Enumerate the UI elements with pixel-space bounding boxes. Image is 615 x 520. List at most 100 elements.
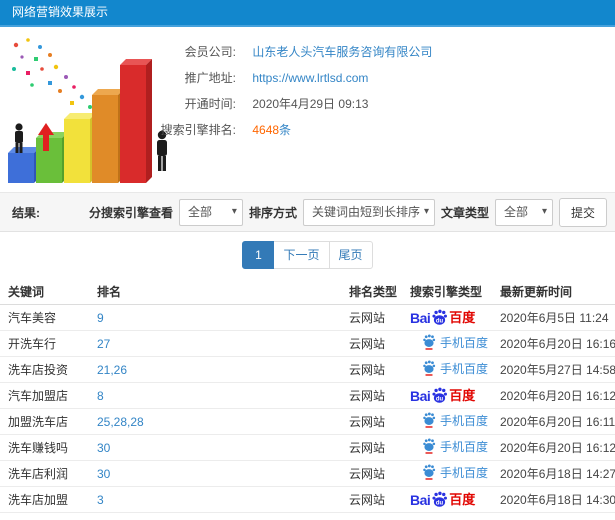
article-type-select[interactable]: 全部 [495,199,578,225]
open-time-value: 2020年4月29日 09:13 [252,97,369,111]
result-label: 结果: [12,205,40,220]
header-engine-type: 搜索引擎类型 [402,278,492,305]
baidu-mobile-label: 手机百度 [440,465,489,480]
baidu-logo-cn: 百度 [449,310,476,325]
rank-type-cell: 云网站 [341,382,402,409]
table-row: 洗车店加盟 3 云网站 Bai du 百度 2020年6月18日 14:30 [0,486,615,513]
confetti-dots [12,38,100,109]
baidu-logo-latin: Bai [410,492,431,508]
baidu-mobile-paw-icon [423,360,436,376]
open-time-row: 开通时间: 2020年4月29日 09:13 [150,91,432,117]
rank-type-cell: 云网站 [341,304,402,331]
svg-text:du: du [436,500,444,506]
baidu-paw-icon: du [432,387,448,403]
keyword-cell: 洗车店加盟 [0,486,89,513]
updated-cell: 2020年6月5日 11:24 [492,304,615,331]
engine-cell: 手机百度 [402,434,492,461]
filter-controls: 分搜索引擎查看 全部 排序方式 关键词由短到长排序 文章类型 全部 提交 [88,197,607,227]
engine-filter-label: 分搜索引擎查看 [88,205,173,220]
baidu-mobile-logo: 手机百度 [422,412,488,429]
member-company-label: 会员公司: [184,45,236,59]
pagination-zone: 1 下一页 尾页 [0,232,615,278]
sort-select[interactable]: 关键词由短到长排序 [303,199,460,225]
updated-cell: 2020年6月18日 14:30 [492,486,615,513]
baidu-mobile-logo: 手机百度 [422,438,488,455]
baidu-mobile-paw-icon [423,334,436,350]
rank-cell[interactable]: 25,28,28 [89,408,341,435]
promo-url-link[interactable]: https://www.lrtlsd.com [252,71,368,85]
updated-cell: 2020年6月20日 16:11 [492,408,615,435]
header-rank: 排名 [89,278,341,305]
baidu-paw-icon: du [432,309,448,325]
keyword-cell: 开洗车行 [0,330,89,357]
table-row: 加盟洗车店 25,28,28 云网站 手机百度 2020年6月20日 16:11 [0,408,615,435]
keyword-cell: 汽车美容 [0,304,89,331]
updated-cell: 2020年6月18日 14:27 [492,460,615,487]
baidu-mobile-paw-icon [423,464,436,480]
baidu-mobile-logo: 手机百度 [422,464,488,481]
baidu-logo-latin: Bai [410,388,431,404]
keyword-cell: 洗车店利润 [0,460,89,487]
rank-cell[interactable]: 30 [89,434,341,461]
baidu-logo: Bai du 百度 [410,491,475,508]
header-rank-type: 排名类型 [341,278,402,305]
open-time-label: 开通时间: [184,97,236,111]
engine-rank-label: 搜索引擎排名: [160,123,236,137]
member-company-row: 会员公司: 山东老人头汽车服务咨询有限公司 [150,39,433,65]
baidu-mobile-logo: 手机百度 [422,360,488,377]
svg-text:du: du [436,318,444,324]
header-keyword: 关键词 [0,278,89,305]
page-header: 网络营销效果展示 [0,0,615,27]
keyword-cell: 洗车店投资 [0,356,89,383]
baidu-logo-latin: Bai [410,310,431,326]
rank-cell[interactable]: 9 [89,304,341,331]
rank-cell[interactable]: 21,26 [89,356,341,383]
svg-text:du: du [436,396,444,402]
results-table: 关键词 排名 排名类型 搜索引擎类型 最新更新时间 汽车美容 9 云网站 Bai… [0,278,615,513]
updated-cell: 2020年6月20日 16:16 [492,330,615,357]
baidu-logo: Bai du 百度 [410,309,475,326]
rank-unit: 条 [279,123,292,137]
account-fields: 会员公司: 山东老人头汽车服务咨询有限公司 推广地址: https://www.… [150,39,433,143]
engine-filter-select[interactable]: 全部 [179,199,268,225]
engine-cell: Bai du 百度 [402,304,492,331]
baidu-logo-cn: 百度 [449,492,476,507]
page-next[interactable]: 下一页 [273,241,330,269]
page-current[interactable]: 1 [242,241,275,269]
article-type-select-wrap: 全部 [494,198,578,226]
baidu-mobile-logo: 手机百度 [422,334,488,351]
baidu-mobile-paw-icon [423,412,436,428]
table-row: 洗车赚钱吗 30 云网站 手机百度 2020年6月20日 16:12 [0,434,615,461]
table-row: 汽车加盟店 8 云网站 Bai du 百度 2020年6月20日 16:12 [0,382,615,409]
page-title: 网络营销效果展示 [12,5,109,19]
rank-type-cell: 云网站 [341,486,402,513]
baidu-mobile-label: 手机百度 [440,439,489,454]
table-row: 洗车店投资 21,26 云网站 手机百度 2020年5月27日 14:58 [0,356,615,383]
rank-count: 4648 [252,123,280,137]
baidu-mobile-label: 手机百度 [440,335,489,350]
updated-cell: 2020年6月20日 16:12 [492,382,615,409]
bars [8,59,152,183]
rank-cell[interactable]: 27 [89,330,341,357]
sort-select-wrap: 关键词由短到长排序 [302,198,460,226]
baidu-paw-icon: du [432,491,448,507]
rank-cell[interactable]: 3 [89,486,341,513]
baidu-mobile-label: 手机百度 [440,361,489,376]
engine-rank-value: 4648条 [252,123,291,137]
rank-cell[interactable]: 8 [89,382,341,409]
engine-rank-row: 搜索引擎排名: 4648条 [150,117,432,143]
keyword-cell: 加盟洗车店 [0,408,89,435]
filter-bar: 结果: 分搜索引擎查看 全部 排序方式 关键词由短到长排序 文章类型 全部 提交 [0,192,615,232]
engine-cell: 手机百度 [402,408,492,435]
header-updated: 最新更新时间 [492,278,615,305]
baidu-mobile-label: 手机百度 [440,413,489,428]
rank-type-cell: 云网站 [341,408,402,435]
keyword-cell: 洗车赚钱吗 [0,434,89,461]
table-row: 洗车店利润 30 云网站 手机百度 2020年6月18日 14:27 [0,460,615,487]
engine-cell: 手机百度 [402,356,492,383]
page-last[interactable]: 尾页 [328,241,373,269]
rank-cell[interactable]: 30 [89,460,341,487]
member-company-link[interactable]: 山东老人头汽车服务咨询有限公司 [252,45,432,59]
pagination: 1 下一页 尾页 [242,241,373,269]
table-header-row: 关键词 排名 排名类型 搜索引擎类型 最新更新时间 [0,278,615,305]
